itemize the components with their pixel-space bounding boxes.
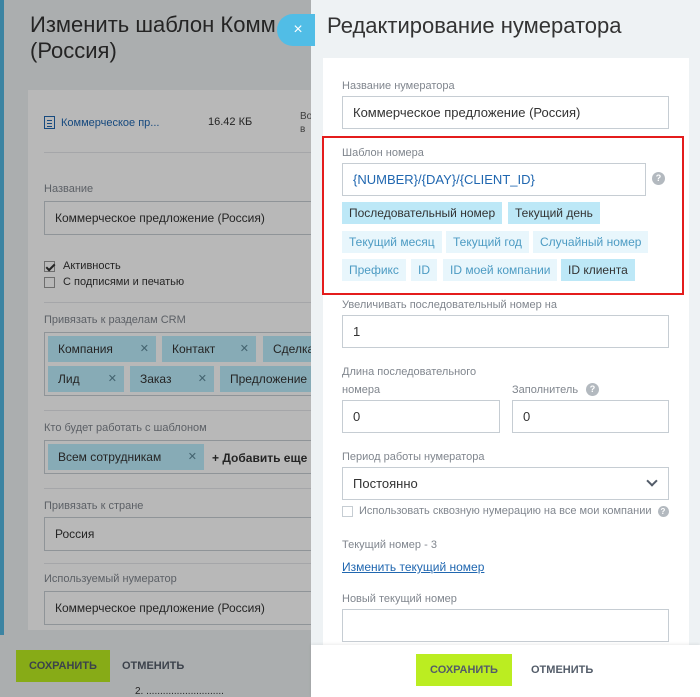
filler-help-icon[interactable]: ? bbox=[586, 383, 599, 396]
chip-client-id[interactable]: ID клиента bbox=[561, 259, 635, 281]
tag-label: Контакт bbox=[172, 342, 216, 356]
current-number-text: Текущий номер - 3 bbox=[342, 539, 437, 551]
document-icon bbox=[44, 116, 55, 129]
tag-label: Компания bbox=[58, 342, 113, 356]
new-current-number-label: Новый текущий номер bbox=[342, 593, 457, 605]
length-input[interactable]: 0 bbox=[342, 400, 500, 433]
chip-my-company-id[interactable]: ID моей компании bbox=[443, 259, 558, 281]
who-label: Кто будет работать с шаблоном bbox=[44, 422, 207, 434]
background-panel: Изменить шаблон Комм (Россия) Коммерческ… bbox=[0, 0, 315, 697]
remove-tag-icon[interactable]: ✕ bbox=[188, 450, 197, 463]
crm-tag-company[interactable]: Компания ✕ bbox=[48, 336, 156, 362]
who-tag-all-employees[interactable]: Всем сотрудникам ✕ bbox=[48, 444, 204, 470]
crm-tag-order[interactable]: Заказ ✕ bbox=[130, 366, 214, 392]
name-label: Название bbox=[44, 183, 94, 195]
template-name-input[interactable]: Коммерческое предложение (Россия) bbox=[44, 201, 315, 235]
cross-numbering-label: Использовать сквозную нумерацию на все м… bbox=[359, 505, 652, 517]
tag-label: Заказ bbox=[140, 372, 172, 386]
period-select[interactable]: Постоянно bbox=[342, 467, 669, 500]
background-bottom-text: 2. ............................ bbox=[135, 686, 224, 697]
left-accent-strip bbox=[0, 0, 4, 697]
period-label: Период работы нумератора bbox=[342, 451, 485, 463]
template-help-icon[interactable]: ? bbox=[652, 172, 665, 185]
increment-label: Увеличивать последовательный номер на bbox=[342, 299, 557, 311]
signatures-checkbox-row[interactable]: С подписями и печатью bbox=[44, 276, 184, 288]
chip-current-year[interactable]: Текущий год bbox=[446, 231, 529, 253]
length-label-line1: Длина последовательного bbox=[342, 366, 477, 378]
change-current-number-link[interactable]: Изменить текущий номер bbox=[342, 560, 484, 574]
template-file-link[interactable]: Коммерческое пр... bbox=[44, 116, 159, 129]
tag-label: Сделка bbox=[273, 342, 315, 356]
cross-numbering-help-icon[interactable]: ? bbox=[657, 505, 669, 517]
remove-tag-icon[interactable]: ✕ bbox=[198, 372, 207, 385]
filler-input[interactable]: 0 bbox=[512, 400, 669, 433]
template-input[interactable]: {NUMBER}/{DAY}/{CLIENT_ID} bbox=[342, 163, 646, 196]
chip-prefix[interactable]: Префикс bbox=[342, 259, 406, 281]
background-save-button[interactable]: СОХРАНИТЬ bbox=[16, 650, 110, 682]
file-name: Коммерческое пр... bbox=[61, 116, 160, 129]
active-checkbox[interactable] bbox=[44, 260, 55, 272]
crm-tag-contact[interactable]: Контакт ✕ bbox=[162, 336, 256, 362]
divider bbox=[44, 563, 315, 564]
crm-tag-offer[interactable]: Предложение bbox=[220, 366, 315, 392]
divider bbox=[44, 410, 315, 411]
divider bbox=[44, 488, 315, 489]
chip-random-number[interactable]: Случайный номер bbox=[533, 231, 649, 253]
remove-tag-icon[interactable]: ✕ bbox=[108, 372, 117, 385]
tag-label: Лид bbox=[58, 372, 80, 386]
chevron-down-icon bbox=[646, 475, 658, 487]
period-value: Постоянно bbox=[353, 476, 418, 491]
divider bbox=[44, 302, 315, 303]
crm-tag-lead[interactable]: Лид ✕ bbox=[48, 366, 124, 392]
close-slider-button[interactable]: × bbox=[277, 14, 315, 46]
active-checkbox-row[interactable]: Активность bbox=[44, 260, 121, 272]
numerator-name-input[interactable]: Коммерческое предложение (Россия) bbox=[342, 96, 669, 129]
country-label: Привязать к стране bbox=[44, 500, 144, 512]
chip-id[interactable]: ID bbox=[411, 259, 437, 281]
length-label-line2: номера bbox=[342, 384, 381, 396]
background-cancel-button[interactable]: ОТМЕНИТЬ bbox=[122, 650, 184, 682]
cross-numbering-checkbox[interactable] bbox=[342, 505, 353, 517]
signatures-label: С подписями и печатью bbox=[63, 276, 185, 288]
tag-label: Предложение bbox=[230, 372, 308, 386]
crm-tag-deal[interactable]: Сделка bbox=[263, 336, 315, 362]
add-more-link[interactable]: + Добавить еще bbox=[212, 451, 307, 465]
country-select[interactable]: Россия bbox=[44, 517, 315, 551]
tag-label: Всем сотрудникам bbox=[58, 450, 162, 464]
numerator-editor-panel: Редактирование нумератора Название нумер… bbox=[311, 0, 700, 697]
filler-label: Заполнитель bbox=[512, 384, 579, 396]
template-label: Шаблон номера bbox=[342, 147, 424, 159]
numerator-name-label: Название нумератора bbox=[342, 80, 455, 92]
chip-current-month[interactable]: Текущий месяц bbox=[342, 231, 442, 253]
chip-sequential-number[interactable]: Последовательный номер bbox=[342, 202, 503, 224]
remove-tag-icon[interactable]: ✕ bbox=[140, 342, 149, 355]
save-button[interactable]: СОХРАНИТЬ bbox=[416, 654, 512, 686]
background-page-title: Изменить шаблон Комм (Россия) bbox=[30, 12, 276, 63]
cancel-button[interactable]: ОТМЕНИТЬ bbox=[531, 654, 593, 686]
remove-tag-icon[interactable]: ✕ bbox=[240, 342, 249, 355]
close-icon: × bbox=[293, 21, 303, 38]
signatures-checkbox[interactable] bbox=[44, 276, 55, 288]
new-current-number-input[interactable] bbox=[342, 609, 669, 642]
panel-title: Редактирование нумератора bbox=[327, 13, 622, 38]
numerator-label: Используемый нумератор bbox=[44, 573, 177, 585]
crm-label: Привязать к разделам CRM bbox=[44, 314, 186, 326]
numerator-select[interactable]: Коммерческое предложение (Россия) bbox=[44, 591, 315, 625]
file-size: 16.42 КБ bbox=[208, 116, 253, 128]
increment-input[interactable]: 1 bbox=[342, 315, 669, 348]
active-label: Активность bbox=[63, 260, 121, 272]
cross-numbering-row[interactable]: Использовать сквозную нумерацию на все м… bbox=[342, 505, 669, 517]
chip-current-day[interactable]: Текущий день bbox=[508, 202, 600, 224]
divider bbox=[44, 152, 315, 153]
